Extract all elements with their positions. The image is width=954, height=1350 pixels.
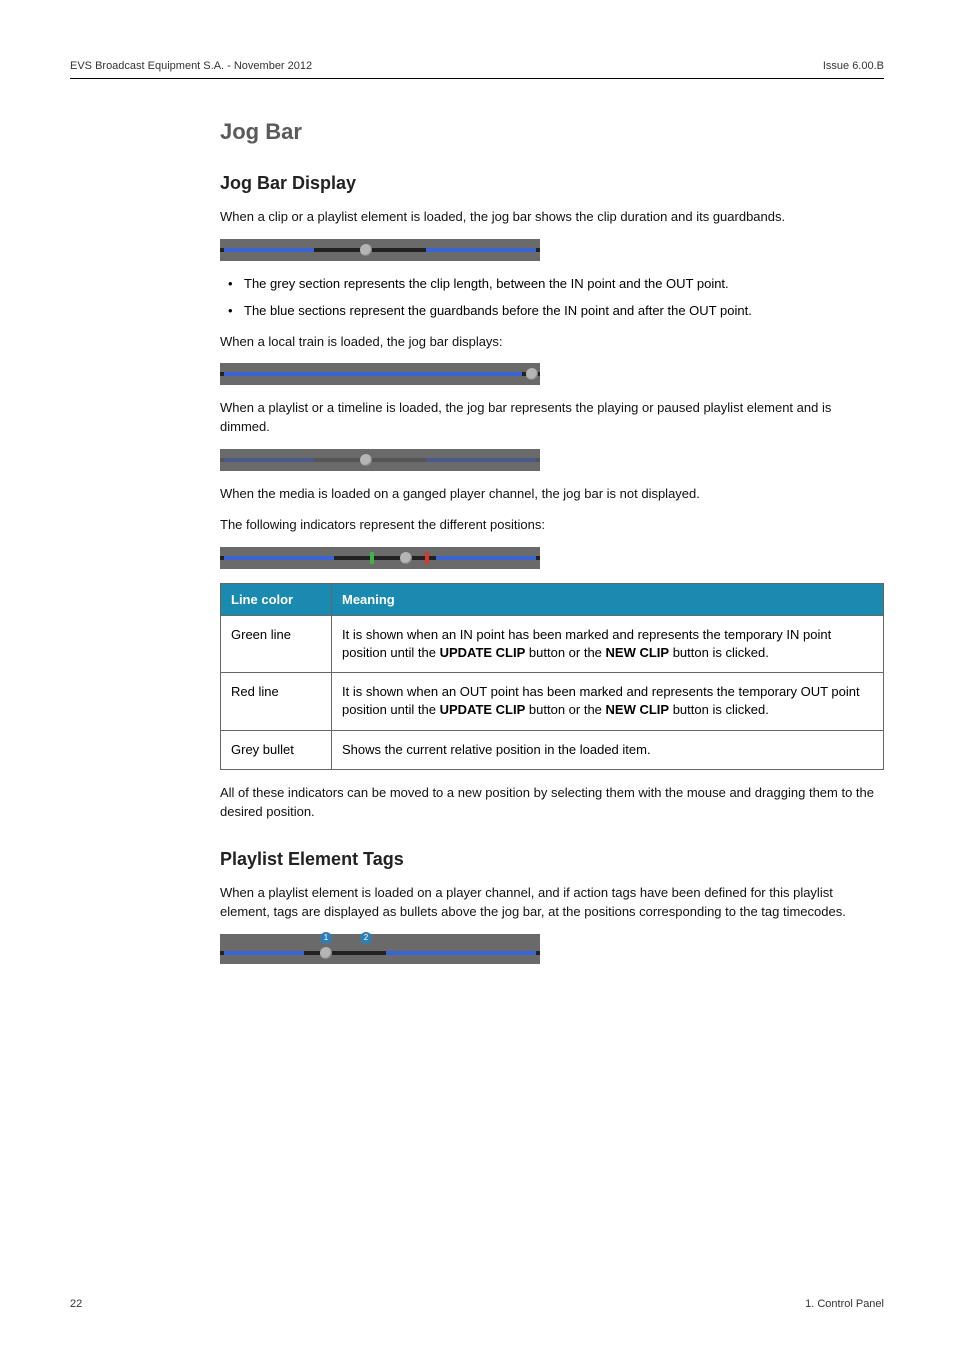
jogbar-guard-right [386, 951, 536, 955]
list-item: The grey section represents the clip len… [220, 275, 884, 294]
jogbar-in-mark [370, 552, 374, 564]
list-item: The blue sections represent the guardban… [220, 302, 884, 321]
subsection-jogbar-display: Jog Bar Display [220, 173, 884, 194]
jogbar-clip-guardbands [220, 239, 540, 261]
jogbar-guard-left [224, 556, 334, 560]
section-title: Jog Bar [220, 119, 884, 145]
page-footer: 22 1. Control Panel [70, 1298, 884, 1310]
table-header-color: Line color [221, 583, 332, 615]
jogbar-guard-right [426, 248, 536, 252]
paragraph: When a local train is loaded, the jog ba… [220, 333, 884, 352]
jogbar-guard-left [224, 951, 304, 955]
header-right: Issue 6.00.B [823, 60, 884, 72]
jogbar-playlist-dimmed [220, 449, 540, 471]
jogbar-position-bullet [360, 244, 372, 256]
jogbar-guard-left [224, 248, 314, 252]
page-content: Jog Bar Jog Bar Display When a clip or a… [220, 119, 884, 964]
paragraph: When a playlist element is loaded on a p… [220, 884, 884, 922]
page-header: EVS Broadcast Equipment S.A. - November … [70, 60, 884, 79]
footer-section: 1. Control Panel [805, 1298, 884, 1310]
paragraph: All of these indicators can be moved to … [220, 784, 884, 822]
header-left: EVS Broadcast Equipment S.A. - November … [70, 60, 312, 72]
indicator-table: Line color Meaning Green line It is show… [220, 583, 884, 770]
jogbar-position-bullet [400, 552, 412, 564]
jogbar-guard-right [426, 458, 536, 462]
table-cell-meaning: Shows the current relative position in t… [332, 730, 884, 769]
table-cell-meaning: It is shown when an OUT point has been m… [332, 673, 884, 730]
jogbar-position-bullet [320, 947, 332, 959]
table-cell-color: Grey bullet [221, 730, 332, 769]
jogbar-guard-right [436, 556, 536, 560]
table-row: Grey bullet Shows the current relative p… [221, 730, 884, 769]
table-cell-color: Green line [221, 615, 332, 672]
table-cell-color: Red line [221, 673, 332, 730]
paragraph: The following indicators represent the d… [220, 516, 884, 535]
jogbar-with-tags: 1 2 [220, 934, 540, 964]
paragraph: When a playlist or a timeline is loaded,… [220, 399, 884, 437]
bullet-list: The grey section represents the clip len… [220, 275, 884, 321]
jogbar-guard-left [224, 458, 314, 462]
jogbar-guard-full [224, 372, 522, 376]
table-row: Green line It is shown when an IN point … [221, 615, 884, 672]
jogbar-position-bullet [360, 454, 372, 466]
paragraph: When a clip or a playlist element is loa… [220, 208, 884, 227]
paragraph: When the media is loaded on a ganged pla… [220, 485, 884, 504]
jogbar-tag-bullet: 1 [320, 932, 332, 944]
jogbar-indicators [220, 547, 540, 569]
table-header-meaning: Meaning [332, 583, 884, 615]
table-cell-meaning: It is shown when an IN point has been ma… [332, 615, 884, 672]
jogbar-out-mark [425, 552, 429, 564]
jogbar-local-train [220, 363, 540, 385]
footer-page-number: 22 [70, 1298, 82, 1310]
subsection-playlist-tags: Playlist Element Tags [220, 849, 884, 870]
table-row: Red line It is shown when an OUT point h… [221, 673, 884, 730]
jogbar-tag-bullet: 2 [360, 932, 372, 944]
jogbar-position-bullet [526, 368, 538, 380]
